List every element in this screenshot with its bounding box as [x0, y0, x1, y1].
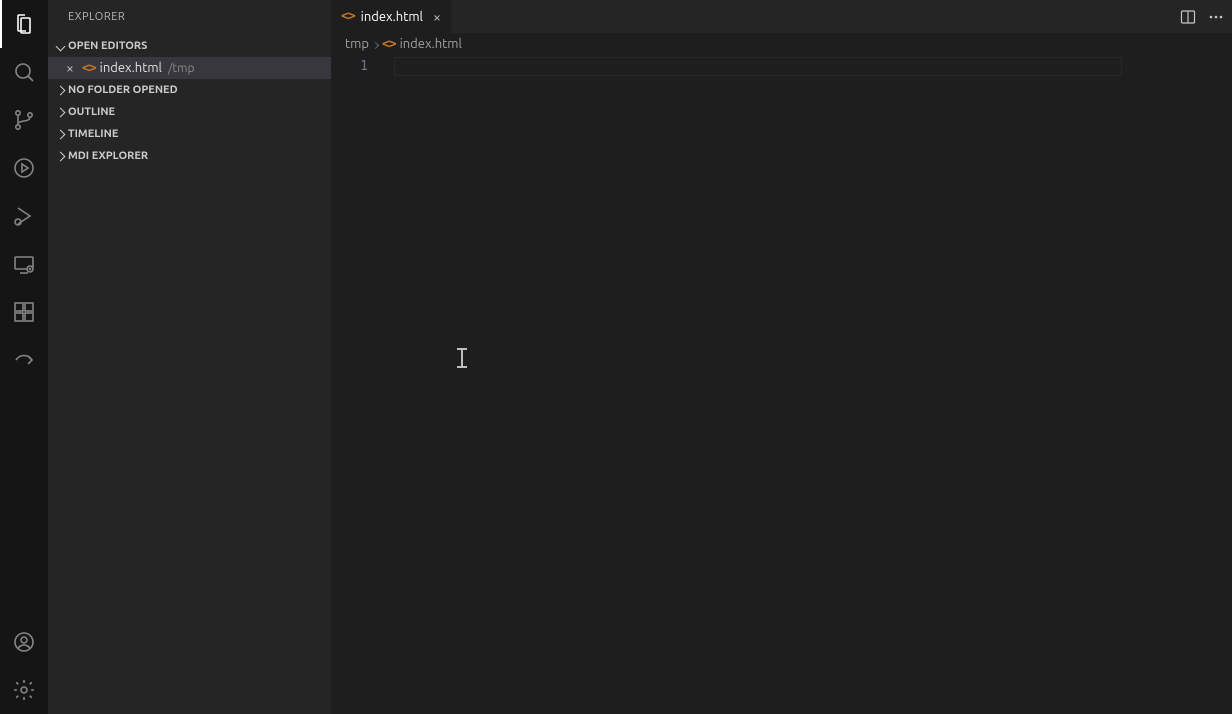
activity-remote[interactable]	[0, 240, 48, 288]
breadcrumbs: tmp <> index.html	[331, 33, 1232, 55]
open-editor-filename: index.html	[100, 61, 162, 75]
chevron-right-icon	[373, 37, 378, 51]
section-label: MDI EXPLORER	[68, 150, 148, 162]
section-label: TIMELINE	[68, 128, 118, 140]
activity-run[interactable]	[0, 144, 48, 192]
breadcrumb-file[interactable]: index.html	[400, 37, 462, 51]
chevron-right-icon	[52, 150, 68, 163]
text-cursor-icon	[455, 348, 469, 368]
search-icon	[12, 60, 36, 84]
activity-accounts[interactable]	[0, 618, 48, 666]
section-label: OPEN EDITORS	[68, 40, 147, 52]
activity-settings[interactable]	[0, 666, 48, 714]
section-label: NO FOLDER OPENED	[68, 84, 178, 96]
activity-source-control[interactable]	[0, 96, 48, 144]
share-icon	[12, 348, 36, 372]
html-file-icon: <>	[341, 9, 355, 24]
section-outline[interactable]: OUTLINE	[48, 101, 331, 123]
chevron-down-icon	[52, 40, 68, 53]
html-file-icon: <>	[82, 61, 96, 76]
section-no-folder[interactable]: NO FOLDER OPENED	[48, 79, 331, 101]
extensions-icon	[12, 300, 36, 324]
breadcrumb-folder[interactable]: tmp	[345, 37, 369, 51]
section-label: OUTLINE	[68, 106, 115, 118]
line-number: 1	[331, 57, 368, 76]
git-branch-icon	[12, 108, 36, 132]
activity-search[interactable]	[0, 48, 48, 96]
close-icon[interactable]: ×	[62, 61, 78, 75]
chevron-right-icon	[52, 84, 68, 97]
ellipsis-icon	[1208, 9, 1224, 25]
remote-icon	[12, 252, 36, 276]
close-icon[interactable]: ×	[433, 9, 441, 25]
editor-group: <> index.html × tmp <> index.html 1	[331, 0, 1232, 714]
tabs-spacer	[452, 0, 1172, 33]
minimap[interactable]	[1122, 55, 1232, 714]
activity-debug[interactable]	[0, 192, 48, 240]
chevron-right-icon	[52, 128, 68, 141]
current-line-highlight	[394, 57, 1122, 76]
editor-body: 1	[331, 55, 1232, 714]
debug-icon	[12, 204, 36, 228]
activity-explorer[interactable]	[0, 0, 48, 48]
chevron-right-icon	[52, 106, 68, 119]
activity-extensions[interactable]	[0, 288, 48, 336]
more-actions-button[interactable]	[1208, 9, 1224, 25]
sidebar-title: EXPLORER	[48, 0, 331, 35]
section-mdi-explorer[interactable]: MDI EXPLORER	[48, 145, 331, 167]
activity-bar	[0, 0, 48, 714]
split-editor-button[interactable]	[1180, 9, 1196, 25]
gear-icon	[12, 678, 36, 702]
tabs-actions	[1172, 0, 1232, 33]
explorer-sidebar: EXPLORER OPEN EDITORS × <> index.html /t…	[48, 0, 331, 714]
open-editor-item[interactable]: × <> index.html /tmp	[48, 57, 331, 79]
tab-label: index.html	[361, 10, 423, 24]
code-area[interactable]	[386, 55, 1232, 714]
play-circle-icon	[12, 156, 36, 180]
open-editor-path: /tmp	[168, 62, 195, 75]
tabs-row: <> index.html ×	[331, 0, 1232, 33]
account-icon	[12, 630, 36, 654]
section-timeline[interactable]: TIMELINE	[48, 123, 331, 145]
files-icon	[12, 12, 36, 36]
section-open-editors[interactable]: OPEN EDITORS	[48, 35, 331, 57]
split-icon	[1180, 9, 1196, 25]
html-file-icon: <>	[382, 37, 396, 52]
activity-liveshare[interactable]	[0, 336, 48, 384]
line-gutter: 1	[331, 55, 386, 714]
tab-index-html[interactable]: <> index.html ×	[331, 0, 452, 33]
